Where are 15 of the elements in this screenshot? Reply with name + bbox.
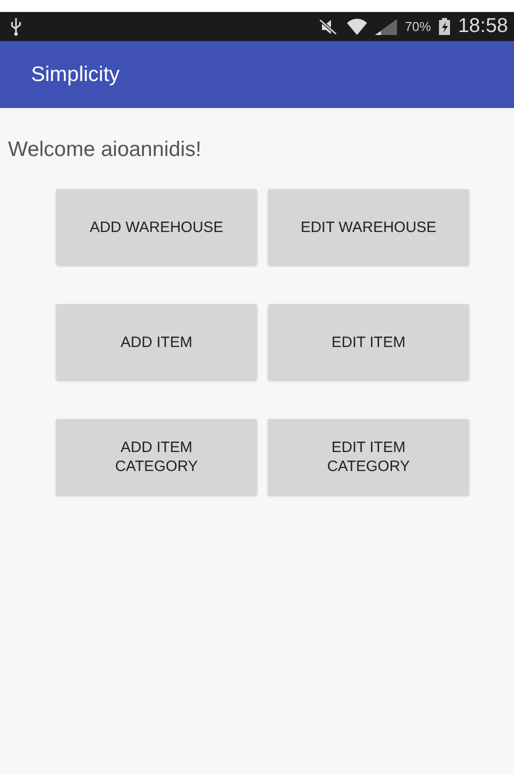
mute-icon: [316, 18, 339, 34]
app-title: Simplicity: [31, 62, 120, 86]
battery-percentage: 70%: [404, 19, 431, 34]
action-button[interactable]: ADD ITEM CATEGORY: [56, 419, 257, 495]
action-button[interactable]: EDIT ITEM CATEGORY: [268, 419, 469, 495]
action-button[interactable]: EDIT ITEM: [268, 304, 469, 380]
battery-charging-icon: [438, 18, 450, 35]
wifi-icon: [346, 18, 367, 36]
clock: 18:58: [458, 15, 508, 38]
welcome-text: Welcome aioannidis!: [8, 138, 202, 162]
usb-icon: [10, 18, 22, 36]
action-button[interactable]: ADD WAREHOUSE: [56, 189, 257, 265]
action-button[interactable]: EDIT WAREHOUSE: [268, 189, 469, 265]
action-button[interactable]: ADD ITEM: [56, 304, 257, 380]
signal-icon: [374, 18, 397, 34]
